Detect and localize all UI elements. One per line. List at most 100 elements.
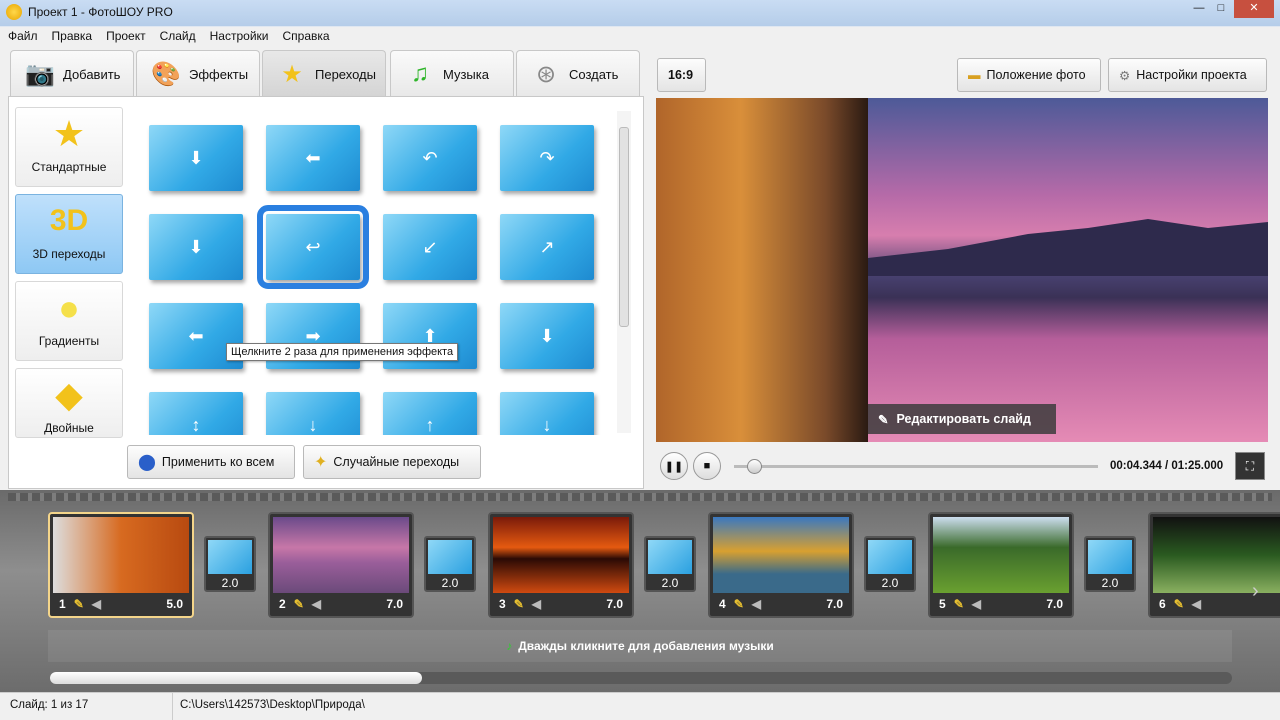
tab-effects[interactable]: 🎨 Эффекты [136,50,260,97]
timeline-transition[interactable]: 2.0 [204,536,256,592]
pencil-icon[interactable]: ✎ [734,597,744,611]
timeline-scrollbar[interactable] [50,672,1232,684]
tooltip: Щелкните 2 раза для применения эффекта [226,343,459,361]
transition-duration: 2.0 [881,576,899,590]
menu-settings[interactable]: Настройки [204,27,275,45]
transition-thumbnail[interactable]: ↗ [500,214,594,280]
transition-thumbnail[interactable]: ↶ [383,125,477,191]
menu-edit[interactable]: Правка [46,27,99,45]
speaker-icon[interactable]: ◀ [532,597,541,611]
timeline-slide[interactable]: 6 ✎ ◀ [1148,512,1280,618]
apply-all-button[interactable]: ⬤ Применить ко всем [127,445,295,479]
close-button[interactable]: ✕ [1234,0,1274,18]
pause-icon: ❚❚ [664,460,684,473]
app-icon [6,4,22,20]
timeline-slide[interactable]: 1 ✎ ◀ 5.0 [48,512,194,618]
pencil-icon[interactable]: ✎ [1174,597,1184,611]
timeline-slide[interactable]: 5 ✎ ◀ 7.0 [928,512,1074,618]
speaker-icon[interactable]: ◀ [92,597,101,611]
music-hint: Дважды кликните для добавления музыки [518,639,774,653]
menu-bar: Файл Правка Проект Слайд Настройки Справка [0,27,1280,47]
fullscreen-button[interactable]: ⛶ [1235,452,1265,480]
transition-thumbnail[interactable]: ↩ [257,205,369,289]
transition-thumbnail[interactable]: ↓ [266,392,360,435]
speaker-icon[interactable]: ◀ [752,597,761,611]
maximize-button[interactable]: □ [1208,0,1234,18]
aspect-ratio-button[interactable]: 16:9 [657,58,706,92]
slide-thumbnail [933,517,1069,593]
button-label: Положение фото [986,68,1086,82]
timeline-transition[interactable]: 2.0 [1084,536,1136,592]
stop-button[interactable]: ■ [693,452,721,480]
pencil-icon[interactable]: ✎ [294,597,304,611]
button-label: Случайные переходы [333,455,460,469]
tab-music[interactable]: ♫ Музыка [390,50,514,97]
transition-grid: ⬇ ⬅ ↶ ↷ ⬇ ↩ ↙ ↗ ⬅ ➡ ⬆ ⬇ ↕ ↓ ↑ ↓ [131,105,611,435]
transition-thumbnail[interactable]: ↙ [383,214,477,280]
menu-help[interactable]: Справка [276,27,335,45]
speaker-icon[interactable]: ◀ [312,597,321,611]
timeline-transition[interactable]: 2.0 [864,536,916,592]
timeline-slide[interactable]: 4 ✎ ◀ 7.0 [708,512,854,618]
pause-button[interactable]: ❚❚ [660,452,688,480]
slide-counter: Слайд: 1 из 17 [10,699,89,711]
pencil-icon[interactable]: ✎ [514,597,524,611]
menu-project[interactable]: Проект [100,27,152,45]
timeline-transition[interactable]: 2.0 [424,536,476,592]
transition-thumbnail[interactable]: ⬇ [149,214,243,280]
transition-thumbnail[interactable]: ↓ [500,392,594,435]
slide-number: 2 [279,597,286,611]
status-bar: Слайд: 1 из 17 C:\Users\142573\Desktop\П… [0,692,1280,720]
category-3d[interactable]: 3D 3D переходы [15,194,123,274]
tab-label: Переходы [315,66,376,82]
transition-thumbnail[interactable]: ⬇ [500,303,594,369]
button-label: Редактировать слайд [896,412,1031,426]
timeline-transition[interactable]: 2.0 [644,536,696,592]
menu-slide[interactable]: Слайд [154,27,202,45]
transition-thumbnail[interactable]: ↑ [383,392,477,435]
tab-label: Эффекты [189,66,249,82]
slide-number: 1 [59,597,66,611]
photo-position-button[interactable]: ▬ Положение фото [957,58,1101,92]
transition-duration: 2.0 [441,576,459,590]
speaker-icon[interactable]: ◀ [972,597,981,611]
scroll-thumb[interactable] [619,127,629,327]
tab-transitions[interactable]: ★ Переходы [262,50,386,97]
film-reel-icon: ⊛ [535,60,557,88]
time-readout: 00:04.344 / 01:25.000 [1110,460,1224,472]
transition-thumbnail[interactable]: ⬇ [149,125,243,191]
transition-thumbnail[interactable]: ⬅ [266,125,360,191]
slide-thumbnail [493,517,629,593]
category-standard[interactable]: ★ Стандартные [15,107,123,187]
transition-thumbnail[interactable]: ↕ [149,392,243,435]
music-note-icon: ♪ [506,639,513,653]
category-double[interactable]: ◆ Двойные [15,368,123,438]
transition-thumbnail [428,540,472,574]
transition-thumbnail[interactable]: ↷ [500,125,594,191]
tab-label: Музыка [443,66,489,82]
scroll-thumb[interactable] [50,672,422,684]
music-note-icon: ♫ [411,60,429,87]
speaker-icon[interactable]: ◀ [1192,597,1201,611]
scroll-right-icon[interactable]: › [1252,580,1259,603]
timeline-slide[interactable]: 2 ✎ ◀ 7.0 [268,512,414,618]
star-icon: ★ [281,60,303,88]
pencil-icon[interactable]: ✎ [74,597,84,611]
category-gradients[interactable]: ● Градиенты [15,281,123,361]
transition-duration: 2.0 [1101,576,1119,590]
button-label: Настройки проекта [1136,68,1247,82]
category-label: Двойные [44,421,94,435]
vertical-scrollbar[interactable] [617,111,631,433]
seek-knob[interactable] [747,459,763,474]
menu-file[interactable]: Файл [2,27,44,45]
autumn-image [656,98,868,442]
tab-add[interactable]: 📷 Добавить [10,50,134,97]
random-transitions-button[interactable]: ✦ Случайные переходы [303,445,481,479]
music-track[interactable]: ♪ Дважды кликните для добавления музыки [48,630,1232,662]
seek-track[interactable] [734,465,1098,468]
timeline-slide[interactable]: 3 ✎ ◀ 7.0 [488,512,634,618]
project-settings-button[interactable]: ⚙ Настройки проекта [1108,58,1267,92]
tab-create[interactable]: ⊛ Создать [516,50,640,97]
pencil-icon[interactable]: ✎ [954,597,964,611]
edit-slide-button[interactable]: ✎ Редактировать слайд [868,404,1056,434]
